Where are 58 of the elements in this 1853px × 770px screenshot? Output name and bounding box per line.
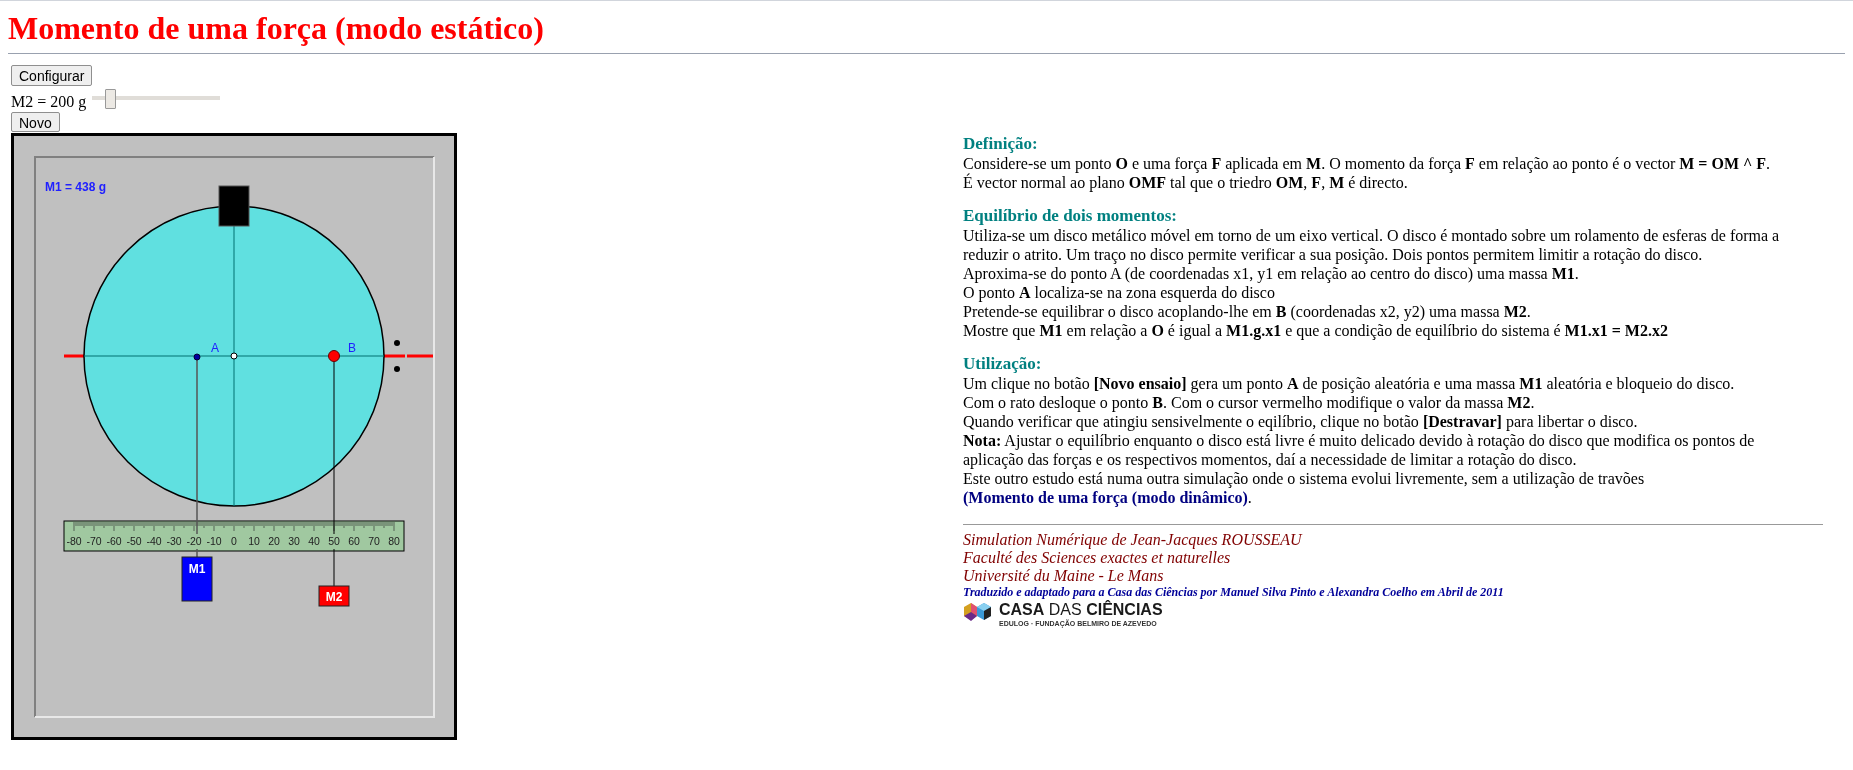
mass-label: M2 = 200 g: [11, 92, 87, 113]
paragraph-line: Mostre que M1 em relação a O é igual a M1.g.x1 e que a condição de equilíbrio do sistema é M1.x1 = M2.x2: [963, 321, 1669, 340]
mass-weight: M1: [181, 556, 213, 602]
ruler-label: 70: [368, 535, 380, 547]
point-a: [193, 353, 201, 361]
stop-pin: [394, 366, 400, 372]
page-title: Momento de uma força (modo estático): [8, 9, 545, 47]
point-label: A: [211, 341, 219, 355]
ruler-label: -80: [66, 535, 82, 547]
section-heading: Equilíbrio de dois momentos:: [963, 206, 1178, 226]
ruler-label: -30: [166, 535, 182, 547]
logo-wordmark: CASA DAS CIÊNCIAS: [999, 601, 1163, 619]
disc-center-point: [230, 352, 238, 360]
paragraph-line: Aproxima-se do ponto A (de coordenadas x1, y1 em relação ao centro do disco) uma massa M1.: [963, 264, 1580, 283]
ruler-label: 0: [231, 535, 237, 547]
paragraph-line: O ponto A localiza-se na zona esquerda do disco: [963, 283, 1276, 302]
translation-credit: Traduzido e adaptado para a Casa das Ciências por Manuel Silva Pinto e Alexandra Coelho em Abril de 2011: [963, 585, 1505, 600]
ruler-label: -70: [86, 535, 102, 547]
slider-thumb[interactable]: [105, 89, 117, 109]
ruler-label: 10: [248, 535, 260, 547]
paragraph-line: Nota: Ajustar o equilíbrio enquanto o disco está livre é muito delicado devido à rotação do disco que modifica os pontos de aplicação das forças e os respectivos momentos, daí a necessidade de limitar a rotação do disco.: [963, 431, 1756, 469]
paragraph-line: Pretende-se equilibrar o disco acoplando-lhe em B (coordenadas x2, y2) uma massa M2.: [963, 302, 1532, 321]
ruler-label: 40: [308, 535, 320, 547]
credit-line: Université du Maine - Le Mans: [963, 567, 1165, 585]
stop-pin: [394, 340, 400, 346]
weight-block: [218, 185, 250, 227]
simulation-link[interactable]: (Momento de uma força (modo dinâmico): [963, 489, 1248, 506]
point-b-handle[interactable]: [328, 350, 340, 362]
mass-slider[interactable]: [92, 88, 221, 110]
paragraph-line: Com o rato desloque o ponto B. Com o cursor vermelho modifique o valor da massa M2.: [963, 393, 1536, 412]
axis-line: [64, 354, 84, 358]
paragraph-line: Este outro estudo está numa outra simulação onde o sistema evolui livremente, sem a utilização de travões (Momento de uma força (modo dinâmico).: [963, 469, 1646, 507]
paragraph-line: Considere-se um ponto O e uma força F aplicada em M. O momento da força F em relação ao ponto é o vector M = OM ^ F.: [963, 154, 1772, 173]
paragraph-line: Um clique no botão [Novo ensaio] gera um ponto A de posição aleatória e uma massa M1 aleatória e bloqueio do disco.: [963, 374, 1736, 393]
credit-line: Simulation Numérique de Jean-Jacques ROUSSEAU: [963, 531, 1304, 549]
paragraph-line: Quando verificar que atingiu sensivelmente o eqilíbrio, clique no botão [Destravar] para libertar o disco.: [963, 412, 1639, 431]
ruler-label: -50: [126, 535, 142, 547]
paragraph-line: Utiliza-se um disco metálico móvel em torno de um eixo vertical. O disco é montado sobre um rolamento de esferas de forma a reduzir o atrito. Um traço no disco permite verificar a sua posição. Dois pontos permitem limitir a rotação do disco.: [963, 226, 1781, 264]
credit-line: Faculté des Sciences exactes et naturelles: [963, 549, 1232, 567]
ruler-label: -10: [206, 535, 222, 547]
m1-reading: M1 = 438 g: [45, 180, 107, 194]
section-heading: Definição:: [963, 134, 1039, 154]
new-button[interactable]: Novo: [11, 112, 60, 132]
configure-button[interactable]: Configurar: [11, 65, 93, 86]
ruler-label: 30: [288, 535, 300, 547]
section-heading: Utilização:: [963, 354, 1043, 374]
mass-weight: M2: [318, 585, 350, 607]
logo-cubes-icon: [963, 601, 993, 623]
ruler-label: -60: [106, 535, 122, 547]
ruler-label: 60: [348, 535, 360, 547]
axis-line: [382, 354, 435, 358]
ruler-label: 80: [388, 535, 400, 547]
ruler-label: 50: [328, 535, 340, 547]
ruler-label: 20: [268, 535, 280, 547]
point-label: B: [348, 341, 356, 355]
ruler-label: -20: [186, 535, 202, 547]
ruler-label: -40: [146, 535, 162, 547]
paragraph-line: É vector normal ao plano OMF tal que o triedro OM, F, M é directo.: [963, 173, 1409, 192]
